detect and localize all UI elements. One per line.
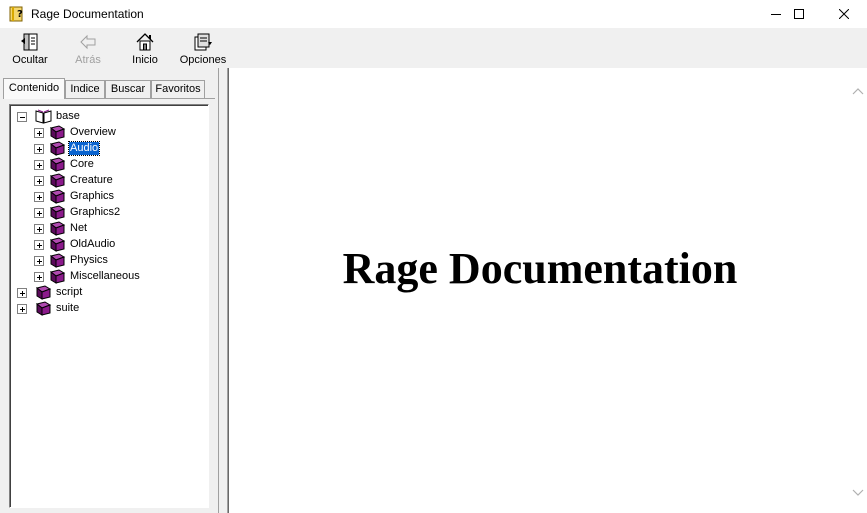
book-icon [35, 285, 52, 300]
content-pane: Rage Documentation [228, 68, 867, 513]
tree-node-label: Graphics [70, 190, 115, 202]
nav-tabs: Contenido Indice Buscar Favoritos [3, 78, 215, 99]
close-icon [839, 9, 849, 19]
tree-node-label: Physics [70, 254, 108, 266]
scroll-down-icon[interactable] [851, 486, 865, 498]
toolbar: Ocultar Atrás Inicio Opciones [0, 28, 867, 68]
book-icon [49, 141, 66, 156]
expand-icon[interactable] [17, 304, 27, 314]
back-arrow-icon [80, 34, 96, 50]
back-button[interactable]: Atrás [66, 30, 110, 68]
contents-tree[interactable]: base Overview Audio Core Creature Graphi… [9, 104, 209, 508]
expand-icon[interactable] [34, 176, 44, 186]
open-book-icon [35, 109, 52, 124]
book-icon [49, 221, 66, 236]
book-icon [49, 253, 66, 268]
tree-node-label: base [56, 110, 80, 122]
home-icon [136, 33, 154, 51]
expand-icon[interactable] [34, 240, 44, 250]
expand-icon[interactable] [34, 128, 44, 138]
page-title: Rage Documentation [342, 244, 738, 293]
tree-node-label: Overview [70, 126, 116, 138]
tree-node-script[interactable]: script [15, 285, 205, 301]
book-icon [49, 125, 66, 140]
tree-node-miscellaneous[interactable]: Miscellaneous [34, 269, 204, 285]
tree-node-audio[interactable]: Audio [34, 141, 204, 157]
tree-node-net[interactable]: Net [34, 221, 204, 237]
expand-icon[interactable] [34, 256, 44, 266]
tree-node-label: Creature [70, 174, 113, 186]
options-icon [194, 33, 212, 51]
tree-node-label: Core [70, 158, 94, 170]
tree-node-graphics[interactable]: Graphics [34, 189, 204, 205]
tree-node-suite[interactable]: suite [15, 301, 205, 317]
hide-button[interactable]: Ocultar [6, 30, 54, 68]
window-title: Rage Documentation [31, 7, 144, 21]
tree-node-label: Miscellaneous [70, 270, 140, 282]
navigation-pane: Contenido Indice Buscar Favoritos base O… [0, 68, 218, 513]
expand-icon[interactable] [34, 160, 44, 170]
tree-node-label: script [56, 286, 83, 298]
book-icon [49, 205, 66, 220]
options-button[interactable]: Opciones [178, 30, 228, 68]
expand-icon[interactable] [34, 208, 44, 218]
pane-splitter[interactable] [218, 68, 228, 513]
book-icon [49, 157, 66, 172]
tab-favoritos[interactable]: Favoritos [151, 80, 205, 98]
tree-node-label: OldAudio [70, 238, 116, 250]
book-icon [35, 301, 52, 316]
expand-icon[interactable] [34, 144, 44, 154]
tab-contenido[interactable]: Contenido [3, 78, 65, 99]
help-book-icon: ? [9, 6, 23, 22]
tab-buscar[interactable]: Buscar [105, 80, 151, 98]
tab-indice[interactable]: Indice [65, 80, 105, 98]
title-bar: ? Rage Documentation [0, 0, 867, 28]
maximize-button[interactable] [776, 0, 822, 28]
book-icon [49, 173, 66, 188]
tree-node-label: Net [70, 222, 88, 234]
home-button[interactable]: Inicio [124, 30, 166, 68]
tree-node-base[interactable]: base [15, 109, 205, 125]
tree-node-creature[interactable]: Creature [34, 173, 204, 189]
tree-node-oldaudio[interactable]: OldAudio [34, 237, 204, 253]
book-icon [49, 269, 66, 284]
tree-node-physics[interactable]: Physics [34, 253, 204, 269]
tree-node-core[interactable]: Core [34, 157, 204, 173]
tree-node-label: suite [56, 302, 80, 314]
close-button[interactable] [821, 0, 867, 28]
tree-node-graphics2[interactable]: Graphics2 [34, 205, 204, 221]
book-icon [49, 189, 66, 204]
tree-node-label: Graphics2 [70, 206, 121, 218]
expand-icon[interactable] [34, 224, 44, 234]
svg-text:?: ? [17, 9, 23, 20]
expand-icon[interactable] [34, 192, 44, 202]
collapse-icon[interactable] [17, 112, 27, 122]
scroll-up-icon[interactable] [851, 86, 865, 98]
splitter-line [218, 68, 219, 513]
tree-node-overview[interactable]: Overview [34, 125, 204, 141]
expand-icon[interactable] [17, 288, 27, 298]
hide-pane-icon [21, 33, 38, 51]
maximize-icon [794, 9, 804, 19]
tree-node-label: Audio [67, 141, 101, 156]
book-icon [49, 237, 66, 252]
expand-icon[interactable] [34, 272, 44, 282]
